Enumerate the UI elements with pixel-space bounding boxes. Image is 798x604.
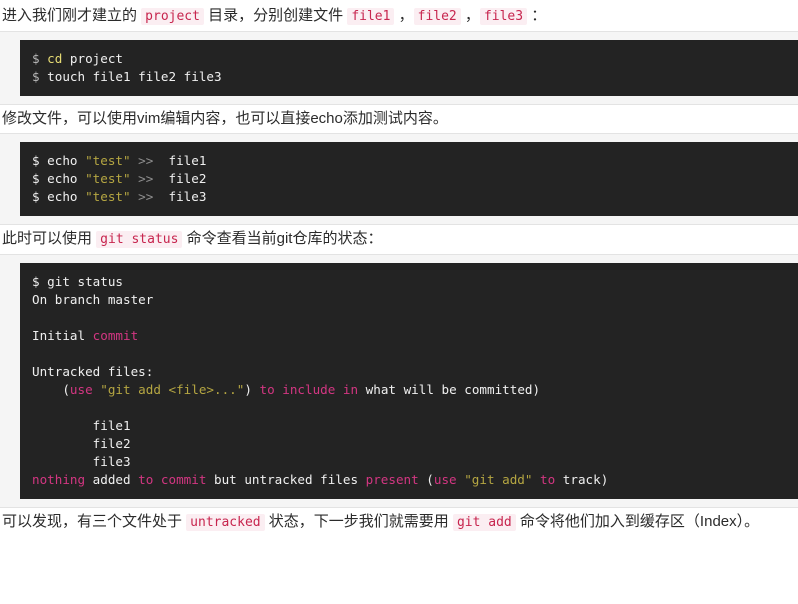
text-segment: 命令将他们加入到缓存区（Index）。 <box>515 513 760 530</box>
inline-code-file3: file3 <box>479 8 528 25</box>
status-branch-line: On branch master <box>32 292 154 307</box>
summary-nothing-keyword: nothing <box>32 472 86 487</box>
code-block-wrapper-git-status: $ git status On branch master Initial co… <box>0 254 798 508</box>
target-file: file2 <box>160 171 207 186</box>
string-literal: "test" <box>85 171 131 186</box>
text-segment: 目录，分别创建文件 <box>203 7 348 24</box>
command-arg: project <box>62 51 124 66</box>
code-block-wrapper-echo-test: $ echo "test" >> file1 $ echo "test" >> … <box>0 133 798 225</box>
hint-close-paren: ) <box>244 382 260 397</box>
paragraph-git-status-intro: 此时可以使用 git status 命令查看当前git仓库的状态： <box>0 225 798 254</box>
inline-code-git-add: git add <box>452 514 516 531</box>
text-segment: 命令查看当前git仓库的状态： <box>182 230 383 247</box>
document-page: 进入我们刚才建立的 project 目录，分别创建文件 file1 ， file2… <box>0 2 798 537</box>
text-segment: 修改文件，可以使用vim编辑内容，也可以直接echo添加测试内容。 <box>2 110 448 127</box>
paragraph-intro-create-files: 进入我们刚才建立的 project 目录，分别创建文件 file1 ， file2… <box>0 2 798 31</box>
redirect-operator: >> <box>130 189 161 204</box>
code-block-echo-test[interactable]: $ echo "test" >> file1 $ echo "test" >> … <box>20 142 798 216</box>
inline-code-project: project <box>141 8 204 25</box>
untracked-file-entry: file1 <box>32 418 131 433</box>
summary-open-paren: ( <box>418 472 434 487</box>
summary-use-keyword: use <box>433 472 457 487</box>
status-commit-keyword: commit <box>92 328 139 343</box>
command-touch: touch file1 file2 file3 <box>47 69 222 84</box>
text-segment: 此时可以使用 <box>2 230 97 247</box>
shell-prompt: $ <box>32 69 48 84</box>
redirect-operator: >> <box>130 153 161 168</box>
code-block-wrapper-create-files: $ cd project $ touch file1 file2 file3 <box>0 31 798 105</box>
untracked-file-entry: file3 <box>32 454 131 469</box>
text-segment: 进入我们刚才建立的 <box>2 7 142 24</box>
status-command-line: $ git status <box>32 274 123 289</box>
hint-to-include: to include <box>259 382 336 397</box>
paragraph-untracked-conclusion: 可以发现，有三个文件处于 untracked 状态，下一步我们就需要用 git … <box>0 508 798 537</box>
text-segment: ， <box>394 7 414 24</box>
status-untracked-header: Untracked files: <box>32 364 154 379</box>
summary-command-string: "git add" <box>456 472 541 487</box>
inline-code-file2: file2 <box>413 8 461 25</box>
hint-use-keyword: use <box>69 382 93 397</box>
paragraph-edit-files: 修改文件，可以使用vim编辑内容，也可以直接echo添加测试内容。 <box>0 105 798 133</box>
inline-code-untracked: untracked <box>186 514 265 531</box>
text-segment: ： <box>527 7 547 24</box>
hint-space <box>335 382 343 397</box>
string-literal: "test" <box>85 189 131 204</box>
shell-prompt: $ <box>32 153 48 168</box>
summary-to-commit: to commit <box>138 472 207 487</box>
hint-tail: what will be committed) <box>358 382 541 397</box>
string-literal: "test" <box>85 153 131 168</box>
hint-command-string: "git add <file>..." <box>92 382 245 397</box>
command-cd: cd <box>47 51 63 66</box>
inline-code-file1: file1 <box>347 8 395 25</box>
code-block-git-status[interactable]: $ git status On branch master Initial co… <box>20 263 798 499</box>
summary-track-tail: track) <box>555 472 609 487</box>
summary-but-untracked: but untracked files <box>206 472 366 487</box>
shell-prompt: $ <box>32 171 48 186</box>
summary-to-keyword: to <box>540 472 556 487</box>
summary-present-keyword: present <box>365 472 419 487</box>
target-file: file1 <box>160 153 207 168</box>
untracked-file-entry: file2 <box>32 436 131 451</box>
text-segment: ， <box>460 7 480 24</box>
command-echo: echo <box>47 171 86 186</box>
status-initial-label: Initial <box>32 328 93 343</box>
code-block-create-files[interactable]: $ cd project $ touch file1 file2 file3 <box>20 40 798 96</box>
command-echo: echo <box>47 153 86 168</box>
command-echo: echo <box>47 189 86 204</box>
hint-in-keyword: in <box>342 382 359 397</box>
text-segment: 可以发现，有三个文件处于 <box>2 513 187 530</box>
inline-code-git-status: git status <box>96 231 183 248</box>
shell-prompt: $ <box>32 51 48 66</box>
hint-open-paren: ( <box>32 382 70 397</box>
shell-prompt: $ <box>32 189 48 204</box>
redirect-operator: >> <box>130 171 161 186</box>
target-file: file3 <box>160 189 207 204</box>
summary-added: added <box>85 472 139 487</box>
text-segment: 状态，下一步我们就需要用 <box>264 513 453 530</box>
